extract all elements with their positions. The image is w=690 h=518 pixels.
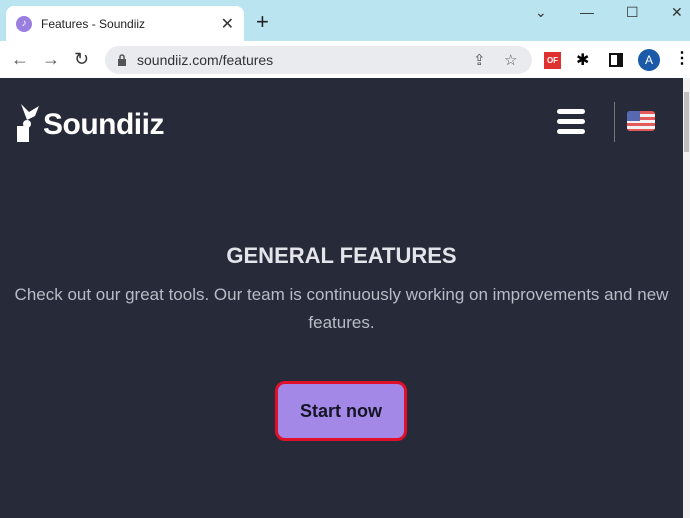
soundiiz-favicon-icon: ♪ — [16, 15, 32, 32]
browser-toolbar: ← → ↻ soundiiz.com/features ⇪ ☆ OF ✱ A ⋮ — [0, 41, 690, 78]
extension-of-icon[interactable]: OF — [544, 52, 561, 69]
logo-hand-icon — [17, 104, 39, 142]
tab-search-icon[interactable]: ⌄ — [535, 4, 547, 21]
scrollbar[interactable] — [683, 78, 690, 518]
header-divider — [614, 102, 615, 142]
bookmark-star-icon[interactable]: ☆ — [504, 51, 517, 69]
page-subtitle: Check out our great tools. Our team is c… — [14, 285, 669, 332]
back-icon[interactable]: ← — [11, 49, 29, 70]
tab-title: Features - Soundiiz — [41, 16, 146, 31]
page-content: Soundiiz GENERAL FEATURES Check out our … — [0, 78, 683, 518]
maximize-button[interactable]: ☐ — [626, 4, 639, 21]
logo-text: Soundiiz — [43, 108, 164, 141]
tab-bar: ♪ Features - Soundiiz ✕ + ⌄ — ☐ ✕ — [0, 0, 690, 41]
browser-tab[interactable]: ♪ Features - Soundiiz ✕ — [6, 6, 244, 41]
url-text: soundiiz.com/features — [137, 52, 274, 68]
address-bar[interactable]: soundiiz.com/features ⇪ ☆ — [105, 46, 532, 74]
lock-icon — [118, 54, 126, 66]
profile-avatar[interactable]: A — [638, 49, 660, 71]
minimize-button[interactable]: — — [580, 4, 594, 20]
close-tab-icon[interactable]: ✕ — [221, 14, 234, 34]
hamburger-menu-icon[interactable] — [557, 109, 585, 139]
close-window-button[interactable]: ✕ — [671, 4, 683, 21]
us-flag-language-icon[interactable] — [627, 111, 655, 131]
soundiiz-logo[interactable]: Soundiiz — [17, 100, 164, 142]
scrollbar-thumb[interactable] — [684, 92, 689, 152]
new-tab-button[interactable]: + — [256, 9, 269, 35]
side-panel-icon[interactable] — [609, 53, 623, 67]
forward-icon[interactable]: → — [42, 49, 60, 70]
share-icon[interactable]: ⇪ — [473, 51, 486, 69]
start-now-button[interactable]: Start now — [275, 381, 407, 441]
menu-kebab-icon[interactable]: ⋮ — [674, 48, 690, 68]
page-title: GENERAL FEATURES — [226, 243, 457, 268]
extensions-puzzle-icon[interactable]: ✱ — [576, 50, 589, 70]
reload-icon[interactable]: ↻ — [74, 49, 89, 70]
